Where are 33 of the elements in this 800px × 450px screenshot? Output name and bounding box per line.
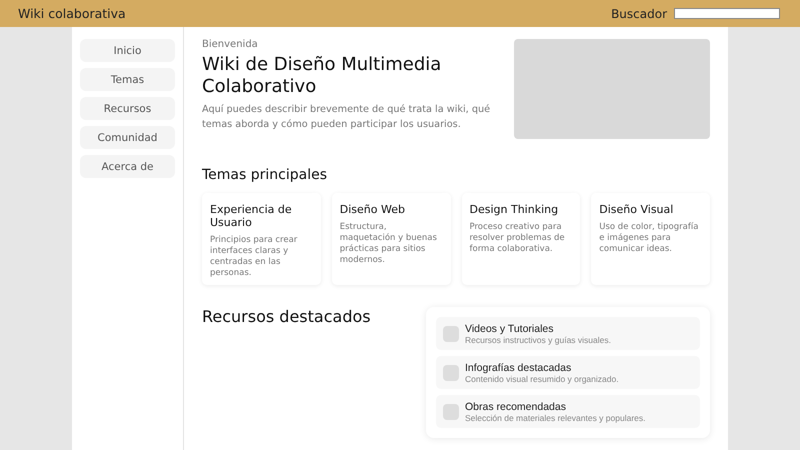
nav-link[interactable]: Acerca de — [80, 155, 175, 178]
search-field[interactable] — [674, 8, 780, 19]
card-title: Diseño Web — [340, 203, 406, 216]
placeholder-icon — [443, 404, 459, 420]
placeholder-icon — [443, 364, 459, 380]
nav-link[interactable]: Recursos — [80, 97, 175, 120]
card-title: Diseño Visual — [599, 203, 674, 216]
placeholder-icon — [443, 326, 459, 342]
resource-text: Recursos instructivos y guías visuales. — [465, 334, 611, 344]
resource-title: Infografías destacadas — [465, 362, 572, 374]
card-title: Design Thinking — [470, 203, 560, 216]
nav-link[interactable]: Temas — [80, 68, 175, 91]
resource-title: Videos y Tutoriales — [465, 322, 555, 334]
nav-link[interactable]: Comunidad — [80, 126, 175, 149]
resource-text: Contenido visual resumido y organizado. — [465, 374, 619, 384]
card-text: Estructura, maquetación y buenas prácticas para sitios modernos. — [340, 222, 438, 266]
eyebrow-text: Bienvenida — [202, 39, 259, 50]
resource-item[interactable]: Infografías destacadas Contenido visual resumido y organizado. — [436, 356, 700, 389]
card-text: Principios para crear interfaces claras y centradas en las personas. — [210, 235, 298, 279]
card-title: Experiencia de Usuario — [210, 203, 293, 229]
card-text: Uso de color, tipografía e imágenes para comunicar ideas. — [599, 222, 700, 255]
page-title: Wiki de Diseño Multimedia Colaborativo — [202, 54, 442, 98]
search-label: Buscador — [611, 6, 667, 20]
resource-item[interactable]: Obras recomendadas Selección de materiales relevantes y populares. — [436, 395, 700, 428]
section-heading: Temas principales — [202, 167, 328, 183]
nav-link[interactable]: Inicio — [80, 39, 175, 62]
site-title: Wiki colaborativa — [18, 6, 126, 21]
card-text: Proceso creativo para resolver problemas de forma colaborativa. — [470, 222, 566, 255]
section-heading: Recursos destacados — [202, 307, 371, 328]
resource-title: Obras recomendadas — [465, 400, 567, 412]
resource-text: Selección de materiales relevantes y populares. — [465, 412, 646, 422]
resource-item[interactable]: Videos y Tutoriales Recursos instructivos y guías visuales. — [436, 317, 700, 350]
intro-text: Aquí puedes describir brevemente de qué trata la wiki, qué temas aborda y cómo pueden participar los usuarios. — [202, 103, 492, 132]
